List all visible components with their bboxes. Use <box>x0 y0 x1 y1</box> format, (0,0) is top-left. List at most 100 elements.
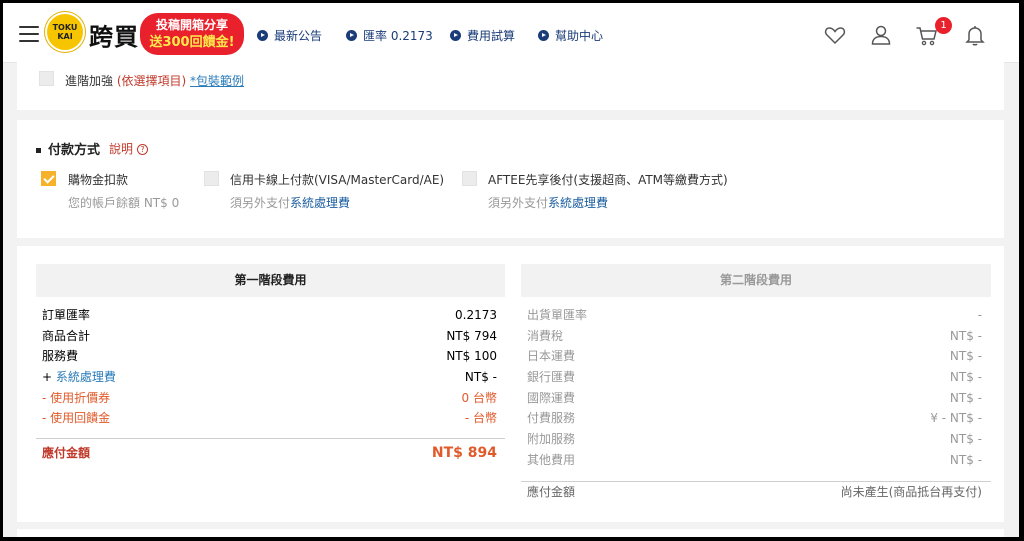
nav-fee-calculator[interactable]: 費用試算 <box>450 27 515 44</box>
row-value: NT$ - <box>949 391 982 405</box>
total-label: 應付金額 <box>527 485 576 499</box>
logo-badge-bottom: KAI <box>57 32 73 41</box>
row-value: NT$ 100 <box>446 349 497 363</box>
play-icon <box>538 30 549 41</box>
coupon-label: 使用折價券 <box>50 391 111 405</box>
fee-breakdown-card: 第一階段費用 訂單匯率 0.2173 商品合計 NT$ 794 服務費 NT$ … <box>17 246 1004 522</box>
stage1-row-service-fee: 服務費 NT$ 100 <box>42 346 497 366</box>
promo-banner[interactable]: 投稿開箱分享 送300回饋金! <box>140 13 244 55</box>
row-label: 消費稅 <box>527 329 564 343</box>
top-header: TOKU KAI 跨買 投稿開箱分享 送300回饋金! 最新公告 匯率 0.21… <box>3 3 1019 63</box>
optional-note: (依選擇項目) <box>116 74 187 88</box>
payment-option-balance-label[interactable]: 購物金扣款 <box>68 171 128 188</box>
menu-icon[interactable] <box>19 26 39 42</box>
stage1-row-exchange-rate: 訂單匯率 0.2173 <box>42 305 497 325</box>
row-value: NT$ - <box>949 453 982 467</box>
stage2-total-row: 應付金額 尚未產生(商品抵台再支付) <box>527 482 982 502</box>
stage2-row-consumption-tax: 消費稅 NT$ - <box>527 326 982 346</box>
stage2-row-paid-service: 付費服務 ¥ - NT$ - <box>527 408 982 428</box>
row-label: 付費服務 <box>527 411 576 425</box>
minus-sign: - <box>42 391 51 405</box>
stage1-row-coupon: - 使用折價券 0 台幣 <box>42 388 497 408</box>
fee-note-text: 須另外支付 <box>488 196 549 210</box>
advanced-packing-checkbox[interactable] <box>39 71 54 86</box>
bullet-square <box>36 148 41 153</box>
bell-icon[interactable] <box>963 23 987 47</box>
user-icon[interactable] <box>869 23 893 47</box>
payment-option-aftee-checkbox[interactable] <box>462 171 477 186</box>
advanced-packing-row: 進階加強 (依選擇項目) *包裝範例 <box>65 72 244 89</box>
row-label[interactable]: - 使用折價券 <box>42 388 110 408</box>
rebate-label: 使用回饋金 <box>50 411 111 425</box>
payment-method-card: 付款方式 說明? 購物金扣款 您的帳戶餘額 NT$ 0 信用卡線上付款(VISA… <box>17 120 1004 238</box>
play-icon <box>346 30 357 41</box>
packing-card: 進階加強 (依選擇項目) *包裝範例 <box>17 60 1004 110</box>
payment-option-credit-card-checkbox[interactable] <box>204 171 219 186</box>
stage2-row-additional-service: 附加服務 NT$ - <box>527 429 982 449</box>
system-fee-link[interactable]: 系統處理費 <box>56 370 116 384</box>
row-label: 銀行匯費 <box>527 370 576 384</box>
cart-count-badge: 1 <box>935 17 952 34</box>
app-frame: TOKU KAI 跨買 投稿開箱分享 送300回饋金! 最新公告 匯率 0.21… <box>3 3 1019 537</box>
stage2-row-bank-fee: 銀行匯費 NT$ - <box>527 367 982 387</box>
minus-sign: - <box>42 411 51 425</box>
row-label: 出貨單匯率 <box>527 308 588 322</box>
row-label: 服務費 <box>42 349 79 363</box>
row-value: ¥ - NT$ - <box>930 411 982 425</box>
heart-icon[interactable] <box>823 23 847 47</box>
stage1-row-system-fee: + 系統處理費 NT$ - <box>42 367 497 387</box>
stage2-row-shipment-rate: 出貨單匯率 - <box>527 305 982 325</box>
payment-title-text: 付款方式 <box>48 143 101 158</box>
stage1-row-rebate: - 使用回饋金 - 台幣 <box>42 408 497 428</box>
payment-option-balance-checkbox[interactable] <box>41 171 56 186</box>
row-label: 附加服務 <box>527 432 576 446</box>
play-icon <box>257 30 268 41</box>
row-value: NT$ - <box>464 370 497 384</box>
logo-badge[interactable]: TOKU KAI <box>45 12 85 52</box>
nav-exchange-rate[interactable]: 匯率 0.2173 <box>346 27 433 44</box>
nav-label: 費用試算 <box>467 29 516 43</box>
payment-option-aftee-label[interactable]: AFTEE先享後付(支援超商、ATM等繳費方式) <box>488 171 728 188</box>
row-value: - 台幣 <box>464 411 497 425</box>
payment-help-link[interactable]: 說明? <box>109 140 149 157</box>
account-balance-text: 您的帳戶餘額 NT$ 0 <box>68 196 180 210</box>
row-value: 0.2173 <box>455 308 497 322</box>
system-fee-link[interactable]: 系統處理費 <box>290 196 350 210</box>
stage1-total-row: 應付金額 NT$ 894 <box>42 443 497 463</box>
aftee-fee-note: 須另外支付系統處理費 <box>488 194 608 211</box>
payment-option-credit-card-label[interactable]: 信用卡線上付款(VISA/MasterCard/AE) <box>230 171 444 188</box>
advanced-packing-label: 進階加強 <box>65 74 114 88</box>
packing-example-link[interactable]: *包裝範例 <box>190 74 244 88</box>
question-icon: ? <box>137 144 149 155</box>
nav-label: 匯率 0.2173 <box>363 29 433 43</box>
nav-label: 幫助中心 <box>555 29 604 43</box>
row-value: NT$ - <box>949 432 982 446</box>
logo-text[interactable]: 跨買 <box>89 17 139 52</box>
promo-line2: 送300回饋金! <box>149 35 235 50</box>
row-value: 0 台幣 <box>461 391 497 405</box>
row-label: + 系統處理費 <box>42 367 116 387</box>
nav-help-center[interactable]: 幫助中心 <box>538 27 603 44</box>
stage1-divider <box>36 438 505 439</box>
stage1-title: 第一階段費用 <box>36 264 505 297</box>
play-icon <box>450 30 461 41</box>
stage2-title: 第二階段費用 <box>521 264 991 297</box>
row-label[interactable]: - 使用回饋金 <box>42 408 110 428</box>
payment-section-title: 付款方式 <box>36 139 100 158</box>
row-label: 其他費用 <box>527 453 576 467</box>
plus-sign: + <box>42 370 56 384</box>
stage2-row-japan-shipping: 日本運費 NT$ - <box>527 346 982 366</box>
row-value: - <box>977 308 982 322</box>
nav-announcements[interactable]: 最新公告 <box>257 27 322 44</box>
help-label: 說明 <box>109 142 134 156</box>
logo-badge-top: TOKU <box>52 23 78 32</box>
promo-line1: 投稿開箱分享 <box>155 18 228 32</box>
row-value: NT$ - <box>949 349 982 363</box>
credit-card-fee-note: 須另外支付系統處理費 <box>230 194 350 211</box>
system-fee-link[interactable]: 系統處理費 <box>548 196 608 210</box>
row-label: 國際運費 <box>527 391 576 405</box>
stage1-row-subtotal: 商品合計 NT$ 794 <box>42 326 497 346</box>
row-label: 商品合計 <box>42 329 91 343</box>
stage2-row-intl-shipping: 國際運費 NT$ - <box>527 388 982 408</box>
fee-note-text: 須另外支付 <box>230 196 291 210</box>
